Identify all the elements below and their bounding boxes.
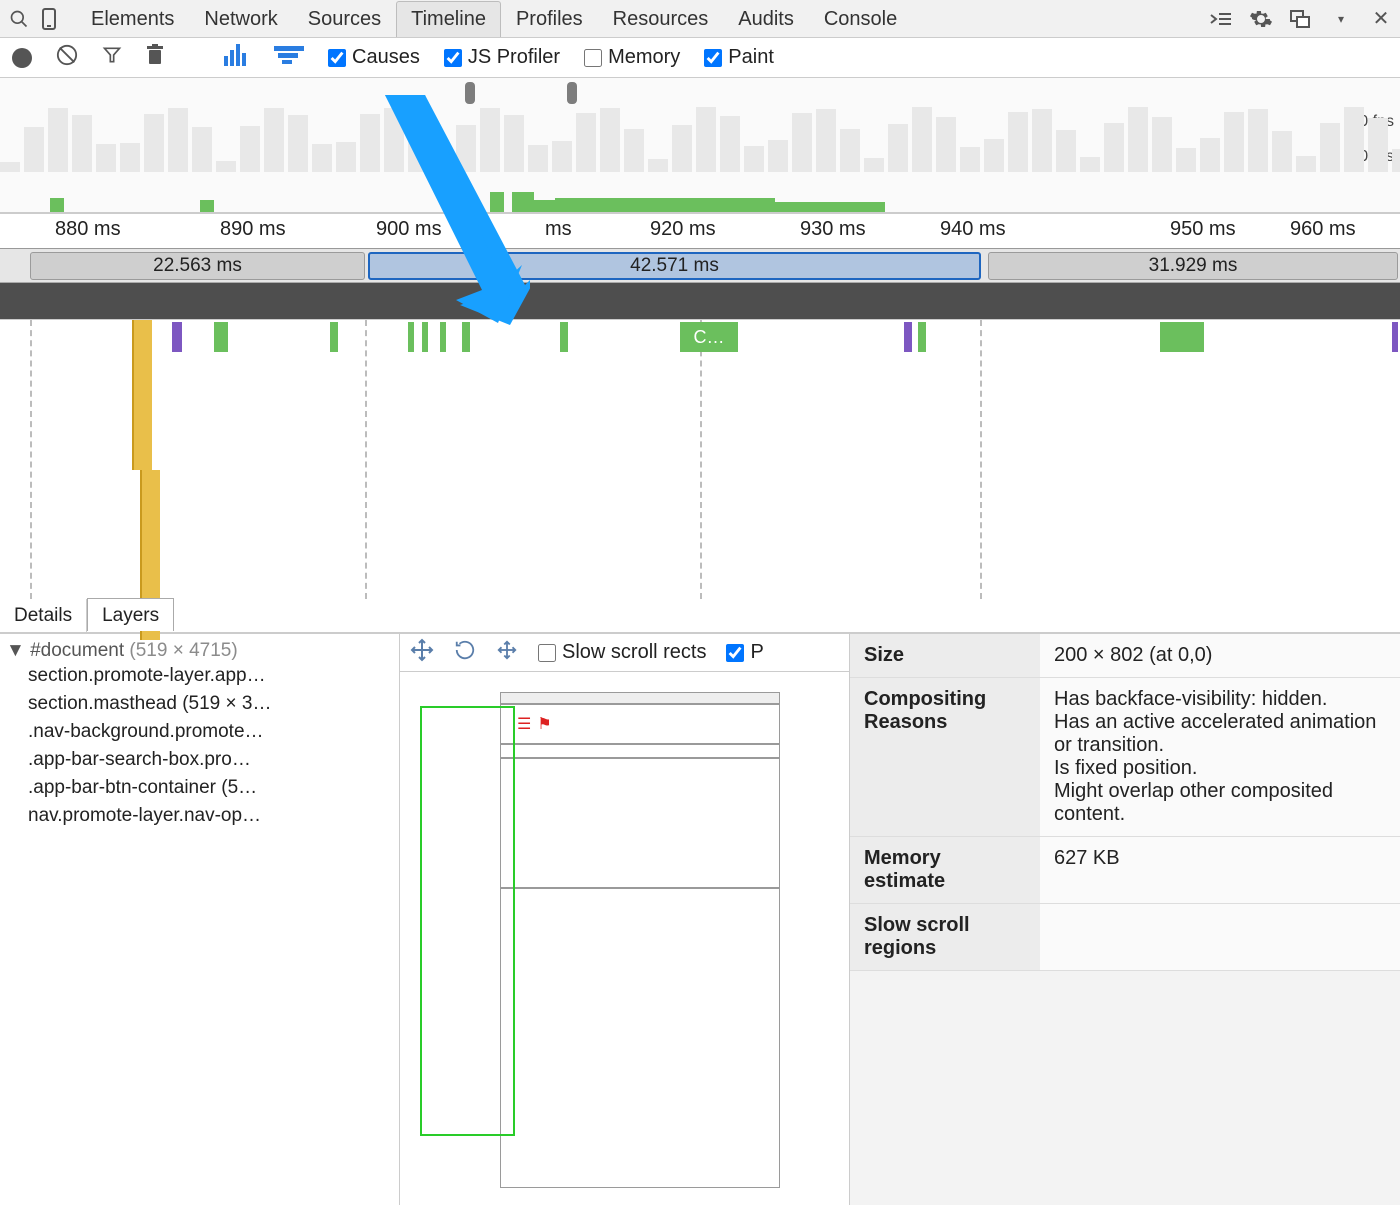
ruler-label: 880 ms <box>55 218 121 241</box>
tab-audits[interactable]: Audits <box>723 1 809 37</box>
layers-canvas[interactable]: ☰ ⚑ <box>400 672 849 1205</box>
flame-bar[interactable] <box>440 322 446 352</box>
ruler-label: 900 ms <box>376 218 442 241</box>
tab-timeline[interactable]: Timeline <box>396 1 501 37</box>
prop-compositing-val: Has backface-visibility: hidden.Has an a… <box>1040 678 1400 837</box>
tree-root[interactable]: ▼ #document (519 × 4715) <box>6 640 393 662</box>
flame-chart[interactable]: C… <box>0 319 1400 599</box>
slow-scroll-rects-checkbox[interactable]: Slow scroll rects <box>538 641 706 664</box>
flame-bar[interactable] <box>560 322 568 352</box>
dark-strip <box>0 283 1400 319</box>
layers-canvas-pane: Slow scroll rects P ☰ ⚑ <box>400 634 850 1205</box>
hamburger-icon: ☰ <box>517 714 531 734</box>
truncated-p-checkbox[interactable]: P <box>726 641 763 664</box>
ruler-label: ms <box>545 218 572 241</box>
ruler-label: 920 ms <box>650 218 716 241</box>
devtools-top-tabs: ElementsNetworkSourcesTimelineProfilesRe… <box>0 0 1400 38</box>
frame-bars-row[interactable]: 22.563 ms42.571 ms31.929 ms <box>0 249 1400 283</box>
bottom-tab-layers[interactable]: Layers <box>87 598 174 631</box>
ruler-label: 950 ms <box>1170 218 1236 241</box>
layers-tree[interactable]: ▼ #document (519 × 4715) section.promote… <box>0 634 399 836</box>
layers-tree-pane: ▼ #document (519 × 4715) section.promote… <box>0 634 400 1205</box>
garbage-icon[interactable] <box>146 44 164 71</box>
gridline <box>365 320 367 599</box>
frame-bar[interactable]: 31.929 ms <box>988 252 1398 280</box>
chevron-down-icon[interactable]: ▾ <box>1328 6 1354 32</box>
scripting-bar[interactable] <box>140 470 160 600</box>
flame-icon[interactable] <box>274 46 304 69</box>
tab-sources[interactable]: Sources <box>293 1 396 37</box>
prop-size-val: 200 × 802 (at 0,0) <box>1040 634 1400 678</box>
gridline <box>700 320 702 599</box>
flag-icon: ⚑ <box>537 714 551 734</box>
clear-icon[interactable] <box>56 44 78 71</box>
prop-size-key: Size <box>850 634 1040 678</box>
flame-bar[interactable] <box>172 322 182 352</box>
bottom-tabs: DetailsLayers <box>0 599 1400 633</box>
layer-properties-pane: Size 200 × 802 (at 0,0) Compositing Reas… <box>850 634 1400 1205</box>
tree-item[interactable]: section.masthead (519 × 3… <box>28 690 393 718</box>
tab-network[interactable]: Network <box>189 1 292 37</box>
prop-compositing-key: Compositing Reasons <box>850 678 1040 837</box>
ruler-label: 930 ms <box>800 218 866 241</box>
flame-bar[interactable] <box>1160 322 1204 352</box>
device-icon[interactable] <box>36 6 62 32</box>
prop-slowscroll-key: Slow scroll regions <box>850 904 1040 971</box>
frame-bar[interactable]: 42.571 ms <box>368 252 981 280</box>
memory-checkbox[interactable]: Memory <box>584 46 680 69</box>
layers-canvas-toolbar: Slow scroll rects P <box>400 634 849 672</box>
paint-checkbox[interactable]: Paint <box>704 46 774 69</box>
timeline-toolbar: Causes JS Profiler Memory Paint <box>0 38 1400 78</box>
record-button[interactable] <box>12 48 32 68</box>
scripting-bar[interactable] <box>132 320 152 470</box>
prop-memory-key: Memory estimate <box>850 837 1040 904</box>
search-icon[interactable] <box>6 6 32 32</box>
flame-bar[interactable] <box>1392 322 1398 352</box>
tab-elements[interactable]: Elements <box>76 1 189 37</box>
tree-item[interactable]: .app-bar-btn-container (5… <box>28 774 393 802</box>
flame-bar[interactable] <box>330 322 338 352</box>
timeline-ruler[interactable]: 880 ms 890 ms 900 ms ms 920 ms 930 ms 940 ms 95… <box>0 213 1400 249</box>
filter-icon[interactable] <box>102 45 122 70</box>
flame-bar[interactable] <box>422 322 428 352</box>
gear-icon[interactable] <box>1248 6 1274 32</box>
gridline <box>980 320 982 599</box>
prop-slowscroll-val <box>1040 904 1400 971</box>
flame-bar[interactable] <box>462 322 470 352</box>
flame-bar[interactable] <box>918 322 926 352</box>
tree-item[interactable]: .nav-background.promote… <box>28 718 393 746</box>
bars-icon[interactable] <box>224 44 250 71</box>
flame-bar[interactable] <box>904 322 912 352</box>
rotate-icon[interactable] <box>454 639 476 666</box>
pan-icon[interactable] <box>410 638 434 667</box>
drawer-toggle-icon[interactable] <box>1208 6 1234 32</box>
ruler-label: 940 ms <box>940 218 1006 241</box>
disclosure-triangle-icon[interactable]: ▼ <box>6 640 25 661</box>
tree-item[interactable]: .app-bar-search-box.pro… <box>28 746 393 774</box>
dock-icon[interactable] <box>1288 6 1314 32</box>
ruler-label: 960 ms <box>1290 218 1356 241</box>
flame-bar[interactable] <box>408 322 414 352</box>
tab-profiles[interactable]: Profiles <box>501 1 598 37</box>
tab-resources[interactable]: Resources <box>598 1 724 37</box>
tree-item[interactable]: section.promote-layer.app… <box>28 662 393 690</box>
layer-properties-table: Size 200 × 802 (at 0,0) Compositing Reas… <box>850 634 1400 971</box>
bottom-tab-details[interactable]: Details <box>0 599 87 632</box>
tab-console[interactable]: Console <box>809 1 912 37</box>
close-icon[interactable]: ✕ <box>1368 6 1394 32</box>
prop-memory-val: 627 KB <box>1040 837 1400 904</box>
js-profiler-checkbox[interactable]: JS Profiler <box>444 46 560 69</box>
gridline <box>30 320 32 599</box>
timeline-overview[interactable]: 30 fps 60 fps <box>0 78 1400 213</box>
flame-bar[interactable] <box>214 322 228 352</box>
causes-checkbox[interactable]: Causes <box>328 46 420 69</box>
ruler-label: 890 ms <box>220 218 286 241</box>
tree-item[interactable]: nav.promote-layer.nav-op… <box>28 802 393 830</box>
reset-view-icon[interactable] <box>496 639 518 666</box>
flame-bar[interactable]: C… <box>680 322 738 352</box>
frame-bar[interactable]: 22.563 ms <box>30 252 365 280</box>
